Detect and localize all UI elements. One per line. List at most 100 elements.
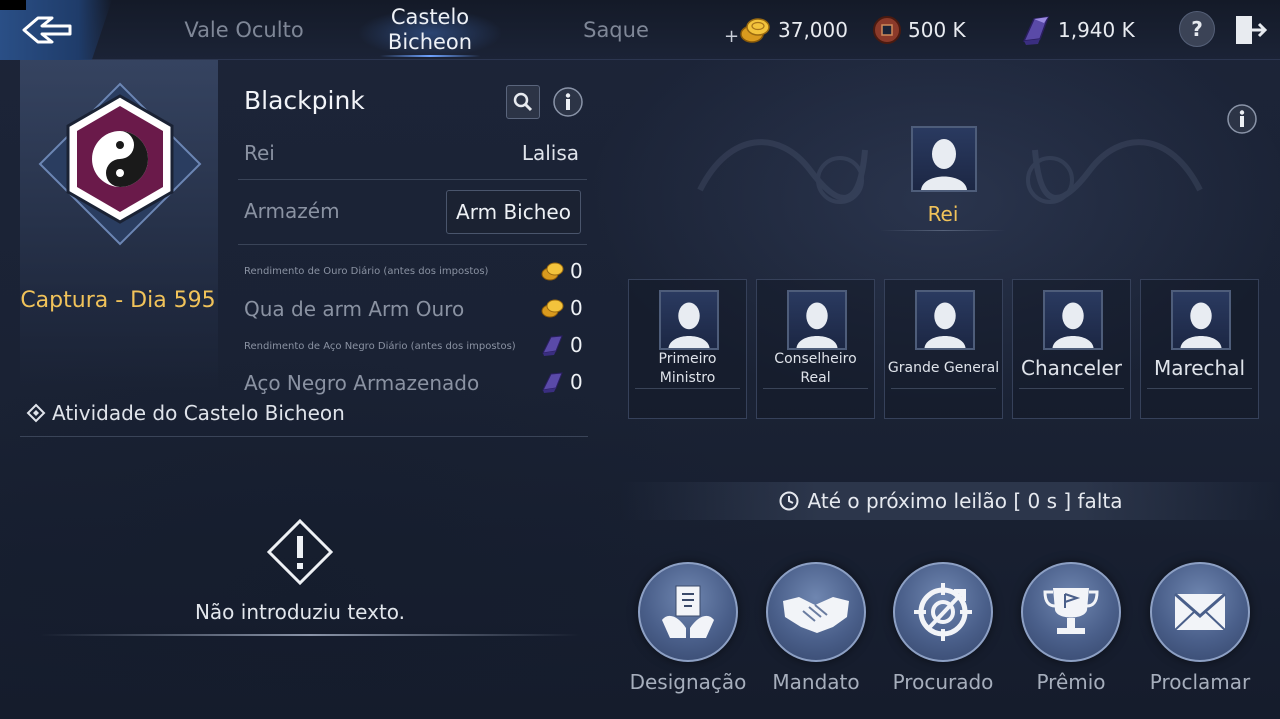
office-portrait: [659, 290, 719, 350]
divider: [763, 388, 868, 389]
help-icon: ?: [1191, 17, 1203, 41]
divider: [891, 388, 996, 389]
black-steel-icon: [540, 370, 566, 394]
tab-label: Vale Oculto: [184, 17, 304, 42]
daily-gold-income: 0: [540, 259, 583, 283]
stat-value: 0: [570, 259, 583, 283]
stat-value: 0: [570, 370, 583, 394]
dragon-decoration-right: [1026, 139, 1203, 204]
silhouette-icon: [1180, 302, 1222, 348]
king-portrait: [911, 126, 977, 192]
diamond-bullet-icon: [26, 403, 46, 423]
gold-currency: 37,000: [738, 12, 848, 48]
office-label: Chanceler: [1021, 356, 1122, 380]
dragon-decoration-left: [697, 139, 868, 204]
stored-steel-label: Aço Negro Armazenado: [244, 371, 480, 395]
action-label: Prêmio: [1036, 670, 1106, 694]
handshake-icon: [766, 562, 866, 662]
corner-mark: [0, 0, 26, 10]
designation-button[interactable]: Designação: [630, 562, 746, 702]
office-grande-general[interactable]: Grande General: [884, 279, 1003, 419]
silhouette-icon: [1052, 302, 1094, 348]
stat-value: 0: [570, 333, 583, 357]
office-chanceler[interactable]: Chanceler: [1012, 279, 1131, 419]
activity-title: Atividade do Castelo Bicheon: [52, 401, 345, 425]
warning-icon: [266, 518, 334, 586]
stored-gold: 0: [540, 296, 583, 320]
tab-label: Castelo Bicheon: [387, 5, 473, 54]
silhouette-icon: [796, 302, 838, 348]
office-portrait: [787, 290, 847, 350]
wanted-button[interactable]: Procurado: [888, 562, 998, 702]
reward-button[interactable]: Prêmio: [1016, 562, 1126, 702]
designation-icon: [638, 562, 738, 662]
black-steel-icon: [1020, 13, 1052, 47]
king-title: Rei: [927, 202, 959, 226]
king-label: Rei: [244, 141, 275, 165]
divider: [238, 244, 587, 245]
office-label: Primeiro Ministro: [658, 351, 717, 386]
office-label: Conselheiro Real: [774, 351, 857, 386]
black-steel-currency: 1,940 K: [1020, 12, 1135, 48]
daily-steel-income-label: Rendimento de Aço Negro Diário (antes do…: [244, 341, 516, 352]
add-gold-icon[interactable]: +: [724, 26, 739, 47]
office-primeiro-ministro[interactable]: Primeiro Ministro: [628, 279, 747, 419]
divider: [635, 388, 740, 389]
exit-icon: [1236, 16, 1268, 44]
king-name: Lalisa: [521, 141, 579, 165]
mandate-button[interactable]: Mandato: [761, 562, 871, 702]
silhouette-icon: [668, 302, 710, 348]
divider: [40, 634, 580, 636]
office-label: Grande General: [887, 360, 1000, 376]
black-steel-icon: [540, 333, 566, 357]
tab-saque[interactable]: Saque: [560, 0, 672, 60]
trophy-icon: [1021, 562, 1121, 662]
stored-gold-label: Qua de arm Arm Ouro: [244, 297, 465, 321]
info-icon: [1227, 104, 1257, 134]
divider: [1147, 388, 1252, 389]
help-button[interactable]: ?: [1179, 11, 1215, 47]
office-portrait: [1171, 290, 1231, 350]
warehouse-button[interactable]: Arm Bicheo: [446, 190, 581, 234]
action-label: Designação: [629, 670, 747, 694]
action-label: Mandato: [772, 670, 860, 694]
proclaim-button[interactable]: Proclamar: [1145, 562, 1255, 702]
gold-icon: [540, 260, 566, 282]
capture-day-label: Captura - Dia 595: [20, 288, 216, 313]
top-bar: Vale Oculto Castelo Bicheon Saque + 37,0…: [0, 0, 1280, 60]
back-arrow-icon: [22, 16, 72, 44]
clock-icon: [778, 490, 800, 512]
office-portrait: [915, 290, 975, 350]
tab-castelo-bicheon[interactable]: Castelo Bicheon: [350, 0, 510, 60]
search-button[interactable]: [506, 85, 540, 119]
black-steel-amount: 1,940 K: [1058, 18, 1135, 42]
coin-icon: [872, 15, 902, 45]
tab-vale-oculto[interactable]: Vale Oculto: [160, 0, 328, 60]
stored-steel: 0: [540, 370, 583, 394]
tab-label: Saque: [583, 17, 649, 42]
castle-owner-name: Blackpink: [244, 86, 365, 115]
king-slot[interactable]: Rei: [880, 124, 1006, 232]
target-icon: [893, 562, 993, 662]
court-info-button[interactable]: [1226, 103, 1258, 139]
gold-icon: [738, 14, 772, 46]
auction-timer: Até o próximo leilão [ 0 s ] falta: [620, 482, 1280, 520]
divider: [238, 179, 587, 180]
daily-gold-income-label: Rendimento de Ouro Diário (antes dos imp…: [244, 266, 489, 277]
divider: [1019, 388, 1124, 389]
warehouse-value: Arm Bicheo: [456, 200, 571, 224]
divider: [20, 436, 588, 437]
auction-text: Até o próximo leilão [ 0 s ] falta: [807, 489, 1123, 513]
empty-activity-message: Não introduziu texto.: [194, 600, 406, 624]
office-conselheiro-real[interactable]: Conselheiro Real: [756, 279, 875, 419]
office-label: Marechal: [1153, 356, 1246, 380]
office-marechal[interactable]: Marechal: [1140, 279, 1259, 419]
activity-header: Atividade do Castelo Bicheon: [26, 401, 345, 425]
exit-button[interactable]: [1232, 12, 1268, 48]
office-portrait: [1043, 290, 1103, 350]
warehouse-label: Armazém: [244, 199, 340, 223]
search-icon: [513, 92, 533, 112]
silhouette-icon: [924, 302, 966, 348]
info-button[interactable]: [551, 85, 585, 119]
daily-steel-income: 0: [540, 333, 583, 357]
